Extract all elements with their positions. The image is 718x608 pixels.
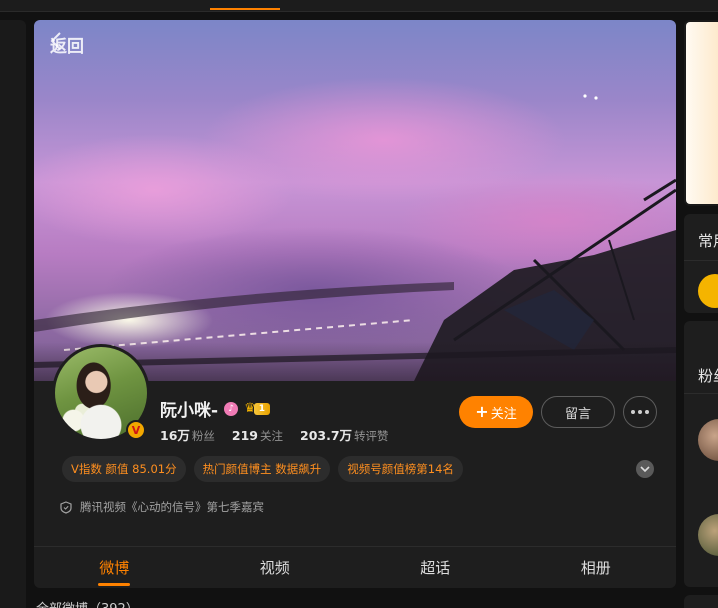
more-dots-icon bbox=[638, 410, 642, 414]
tab-video[interactable]: 视频 bbox=[195, 547, 356, 588]
profile-card: 返回 V 阮小咪- ♪ ♛ 1 16万 粉丝 219 关注 203.7万 转评赞 + … bbox=[34, 20, 676, 588]
engagement-count: 203.7万 bbox=[300, 428, 353, 443]
profile-description: 腾讯视频《心动的信号》第七季嘉宾 bbox=[80, 500, 264, 514]
sidebar-next-card bbox=[684, 595, 718, 608]
left-sidebar-panel bbox=[0, 20, 26, 608]
plus-icon: + bbox=[475, 402, 489, 421]
more-dots-icon bbox=[631, 410, 635, 414]
divider bbox=[684, 260, 718, 261]
more-button[interactable] bbox=[623, 396, 657, 428]
tab-weibo[interactable]: 微博 bbox=[34, 547, 195, 588]
sidebar-frequent-title: 常用 bbox=[698, 232, 718, 250]
profile-name: 阮小咪- bbox=[160, 401, 219, 421]
tag-video-rank[interactable]: 视频号颜值榜第14名 bbox=[338, 456, 463, 482]
sidebar-fans-card: 粉丝 bbox=[684, 321, 718, 587]
fan-avatar[interactable] bbox=[698, 419, 718, 461]
chevron-left-icon bbox=[50, 32, 61, 50]
follow-label: 关注 bbox=[490, 406, 517, 422]
engagement-label: 转评赞 bbox=[354, 429, 389, 443]
verified-v-badge: V bbox=[126, 420, 146, 440]
tags-row: V指数 颜值 85.01分 热门颜值博主 数据飙升 视频号颜值榜第14名 bbox=[62, 456, 463, 482]
stats-row: 16万 粉丝 219 关注 203.7万 转评赞 bbox=[160, 425, 389, 444]
shield-icon bbox=[60, 500, 72, 514]
cover-image: 返回 bbox=[34, 20, 676, 381]
sidebar-banner-card[interactable] bbox=[684, 20, 718, 206]
sidebar-frequent-card: 常用 bbox=[684, 214, 718, 313]
sidebar-banner-image bbox=[686, 22, 718, 204]
vip-badge[interactable]: ♛ 1 bbox=[244, 401, 270, 416]
pink-badge-icon[interactable]: ♪ bbox=[224, 401, 239, 416]
followers-count: 16万 bbox=[160, 428, 190, 443]
tab-super-topic[interactable]: 超话 bbox=[355, 547, 516, 588]
profile-tabs: 微博 视频 超话 相册 bbox=[34, 546, 676, 588]
message-label: 留言 bbox=[564, 406, 591, 422]
followers-label: 粉丝 bbox=[191, 429, 215, 443]
follow-button[interactable]: + 关注 bbox=[459, 396, 533, 428]
name-row: 阮小咪- ♪ ♛ 1 bbox=[160, 396, 270, 421]
following-label: 关注 bbox=[260, 429, 283, 443]
chevron-down-icon bbox=[640, 465, 650, 472]
back-button[interactable]: 返回 bbox=[50, 32, 84, 57]
following-stat[interactable]: 219 关注 bbox=[232, 428, 283, 444]
top-nav-active-indicator bbox=[210, 8, 280, 10]
message-button[interactable]: 留言 bbox=[541, 396, 615, 428]
top-navbar bbox=[0, 0, 718, 12]
engagement-stat: 203.7万 转评赞 bbox=[300, 425, 389, 444]
fan-avatar[interactable] bbox=[698, 514, 718, 556]
expand-tags-button[interactable] bbox=[636, 460, 654, 478]
following-count: 219 bbox=[231, 428, 258, 443]
sidebar-fans-title: 粉丝 bbox=[698, 367, 718, 385]
tab-album[interactable]: 相册 bbox=[516, 547, 677, 588]
more-dots-icon bbox=[645, 410, 649, 414]
vip-level: 1 bbox=[253, 402, 270, 415]
gold-badge-icon[interactable] bbox=[698, 274, 718, 308]
followers-stat[interactable]: 16万 粉丝 bbox=[160, 425, 215, 444]
cover-structure-silhouette bbox=[34, 94, 676, 381]
divider bbox=[684, 393, 718, 394]
all-posts-heading: 全部微博（392） bbox=[36, 598, 139, 608]
tag-hot-blogger[interactable]: 热门颜值博主 数据飙升 bbox=[193, 456, 331, 482]
tag-v-index[interactable]: V指数 颜值 85.01分 bbox=[62, 456, 186, 482]
description-row: 腾讯视频《心动的信号》第七季嘉宾 bbox=[60, 499, 264, 515]
